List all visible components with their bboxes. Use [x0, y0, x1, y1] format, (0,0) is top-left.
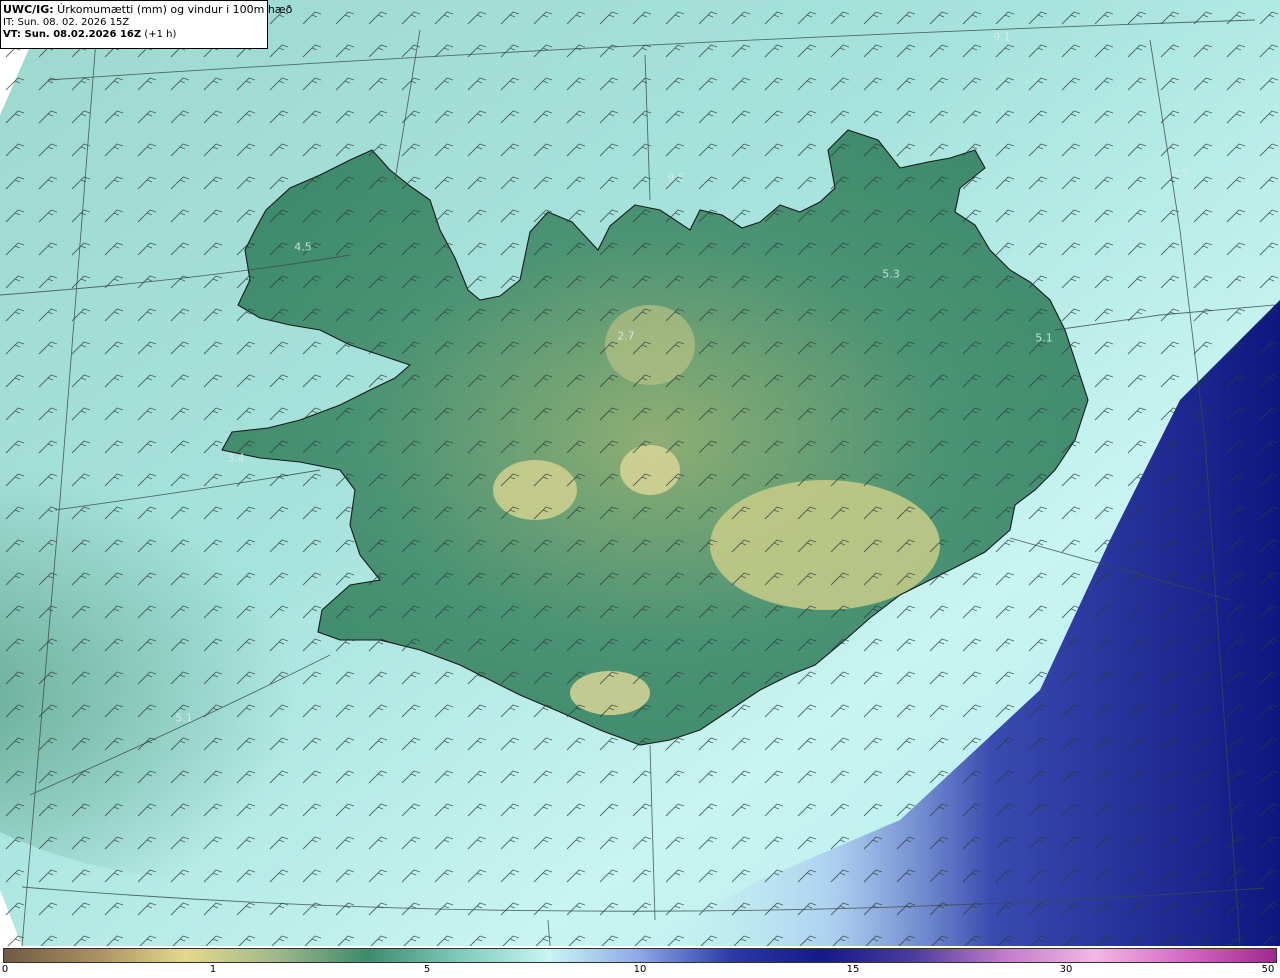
- value-label: 5.3: [882, 267, 900, 281]
- value-label: 2.7: [617, 329, 635, 343]
- value-label: 9.1: [993, 30, 1011, 44]
- valid-time-line: VT: Sun. 08.02.2026 16Z (+1 h): [3, 29, 267, 42]
- value-label: 5.1: [1035, 331, 1053, 345]
- value-label: 3.4: [227, 451, 245, 465]
- weather-map[interactable]: 9.1 2.5 9.5 4.5 5.3 2.7 5.1 3.4 5.1 UWC/…: [0, 0, 1280, 946]
- colorbar-tick: 15: [846, 964, 860, 975]
- colorbar-tick: 1: [209, 964, 217, 975]
- map-title: Úrkomumætti (mm) og vindur i 100m hæð: [53, 3, 293, 16]
- wind-barb-field: [0, 0, 1280, 946]
- valid-time: VT: Sun. 08.02.2026 16Z: [3, 29, 142, 40]
- colorbar-tick: 50: [1261, 964, 1275, 975]
- lead-time: (+1 h): [141, 29, 177, 40]
- colorbar: 0 1 5 10 15 30 50: [0, 946, 1280, 978]
- colorbar-tick: 0: [1, 964, 9, 975]
- model-name: UWC/IG:: [3, 3, 54, 16]
- colorbar-tick: 30: [1059, 964, 1073, 975]
- info-box: UWC/IG: Úrkomumætti (mm) og vindur i 100…: [0, 0, 292, 49]
- colorbar-tick: 10: [633, 964, 647, 975]
- value-label: 9.5: [667, 171, 685, 185]
- title-line: UWC/IG: Úrkomumætti (mm) og vindur i 100…: [3, 3, 292, 17]
- value-label: 5.1: [175, 711, 193, 725]
- map-canvas: [0, 0, 1280, 946]
- init-time: IT: Sun. 08. 02. 2026 15Z: [3, 16, 130, 28]
- value-label: 2.5: [1171, 166, 1189, 180]
- colorbar-tick: 5: [423, 964, 431, 975]
- colorbar-strip: [3, 948, 1277, 963]
- value-label: 4.5: [294, 240, 312, 254]
